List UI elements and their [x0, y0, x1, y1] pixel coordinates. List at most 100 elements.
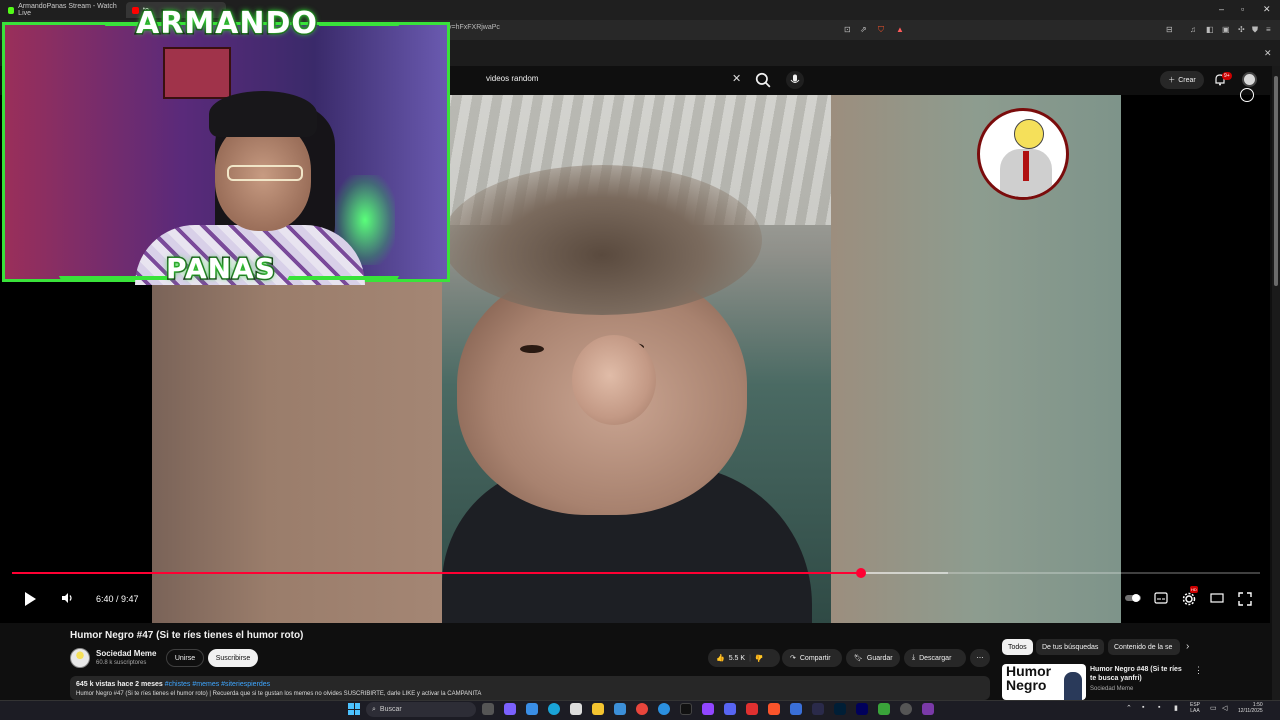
- obs-icon[interactable]: [900, 703, 912, 715]
- volume-icon[interactable]: [60, 591, 74, 605]
- more-actions-button[interactable]: ⋯: [970, 649, 990, 667]
- volume-tray-icon[interactable]: ◁: [1222, 704, 1227, 712]
- channel-avatar[interactable]: [70, 648, 90, 668]
- save-button[interactable]: 🔖︎ Guardar: [846, 649, 900, 667]
- after-effects-icon[interactable]: [856, 703, 868, 715]
- recommendation-title[interactable]: Humor Negro #48 (Si te ríes te busca yan…: [1090, 665, 1186, 683]
- brave-icon[interactable]: [768, 703, 780, 715]
- app-icon[interactable]: [570, 703, 582, 715]
- extensions-icon[interactable]: ✣: [1238, 25, 1245, 34]
- recommendation-channel[interactable]: Sociedad Meme: [1090, 686, 1133, 692]
- wallet-icon[interactable]: ▣: [1222, 25, 1230, 34]
- search-icon: ⌕: [372, 705, 376, 713]
- search-icon[interactable]: [755, 72, 771, 88]
- twitch-icon[interactable]: [702, 703, 714, 715]
- app-icon[interactable]: [922, 703, 934, 715]
- fullscreen-icon[interactable]: [1238, 592, 1252, 606]
- subtitles-icon[interactable]: [1154, 592, 1168, 604]
- share-icon[interactable]: ⇗: [860, 25, 867, 34]
- mail-icon[interactable]: [526, 703, 538, 715]
- tray-app-icon[interactable]: ▪: [1158, 704, 1160, 711]
- close-panel-icon[interactable]: ✕: [1264, 48, 1272, 59]
- discord-icon[interactable]: [724, 703, 736, 715]
- streamer-webcam: [2, 22, 450, 285]
- hashtags[interactable]: #chistes #memes #siteriespierdes: [165, 681, 270, 688]
- mic-icon[interactable]: [784, 71, 806, 89]
- network-icon[interactable]: ▭: [1210, 704, 1217, 712]
- settings-gear-icon[interactable]: [1182, 592, 1196, 606]
- chip-all[interactable]: Todos: [1002, 639, 1033, 655]
- steam-icon[interactable]: [658, 703, 670, 715]
- autoplay-toggle-icon[interactable]: [1124, 592, 1142, 604]
- chrome-icon[interactable]: [636, 703, 648, 715]
- close-window-button[interactable]: ✕: [1263, 4, 1271, 15]
- overlay-accent-bar: [286, 276, 400, 280]
- download-label: Descargar: [919, 654, 952, 662]
- minimize-button[interactable]: –: [1219, 4, 1224, 14]
- taskbar-search-label: Buscar: [379, 706, 402, 713]
- recommendation-thumbnail[interactable]: Humor Negro: [1002, 664, 1086, 700]
- thumbs-down-icon[interactable]: 👍: [755, 654, 764, 662]
- tray-mic-icon[interactable]: ▮: [1174, 704, 1178, 712]
- edge-icon[interactable]: [548, 703, 560, 715]
- tray-chevron-icon[interactable]: ⌃: [1126, 704, 1132, 712]
- media-icon[interactable]: ♫: [1190, 25, 1196, 34]
- description-stats: 645 k vistas hace 2 meses #chistes #meme…: [76, 681, 270, 688]
- tray-app-icon[interactable]: ▪: [1142, 704, 1144, 711]
- video-person-nose: [572, 335, 656, 425]
- copilot-icon[interactable]: [504, 703, 516, 715]
- store-icon[interactable]: [614, 703, 626, 715]
- like-dislike-button[interactable]: 👍 5.5 K | 👍: [708, 649, 780, 667]
- subscribe-button[interactable]: Suscribirse: [208, 649, 258, 667]
- thumbs-up-icon[interactable]: 👍: [716, 654, 725, 662]
- hd-badge: HD: [1190, 586, 1198, 593]
- language-layout: LAA: [1190, 708, 1200, 714]
- bookmark-icon: 🔖︎: [854, 655, 863, 662]
- task-view-icon[interactable]: [482, 703, 494, 715]
- language-indicator[interactable]: ESP LAA: [1190, 702, 1200, 714]
- description-box[interactable]: 645 k vistas hace 2 meses #chistes #meme…: [70, 676, 990, 700]
- kick-icon: [8, 6, 15, 14]
- play-icon[interactable]: [22, 590, 38, 608]
- share-button[interactable]: ↷ Compartir: [782, 649, 842, 667]
- notification-badge: 9+: [1222, 72, 1232, 80]
- join-button[interactable]: Unirse: [166, 649, 204, 667]
- chip-related[interactable]: Contenido de la se: [1108, 639, 1180, 655]
- app-icon[interactable]: [812, 703, 824, 715]
- sidebar-icon[interactable]: ◧: [1206, 25, 1214, 34]
- url-field[interactable]: v=hFxFXRjwaPc: [448, 24, 500, 31]
- app-icon[interactable]: [790, 703, 802, 715]
- brave-rewards-icon[interactable]: ▲: [896, 25, 904, 34]
- more-vert-icon[interactable]: ⋮: [1194, 665, 1203, 676]
- channel-name[interactable]: Sociedad Meme: [96, 649, 156, 658]
- create-button[interactable]: ＋ Crear: [1160, 71, 1204, 89]
- theater-mode-icon[interactable]: [1210, 592, 1224, 604]
- brave-shield-icon[interactable]: ⛉: [878, 25, 884, 35]
- maximize-button[interactable]: ▫: [1241, 4, 1244, 14]
- taskbar-search[interactable]: ⌕ Buscar: [366, 702, 476, 717]
- chip-from-searches[interactable]: De tus búsquedas: [1036, 639, 1105, 655]
- install-icon[interactable]: ⊡: [844, 25, 851, 34]
- chevron-right-icon[interactable]: ›: [1186, 641, 1189, 652]
- winrar-icon[interactable]: [746, 703, 758, 715]
- streamer-name-bottom: PANAS: [165, 251, 277, 287]
- search-input[interactable]: videos random ✕: [476, 70, 776, 90]
- tiktok-icon[interactable]: [680, 703, 692, 715]
- info-icon[interactable]: [1240, 88, 1254, 102]
- progress-scrubber[interactable]: [855, 568, 866, 578]
- scrollbar-thumb[interactable]: [1274, 76, 1278, 286]
- vpn-icon[interactable]: ⛊: [1252, 25, 1258, 35]
- overlay-accent-bar: [316, 22, 400, 26]
- clear-search-icon[interactable]: ✕: [732, 72, 741, 85]
- reader-icon[interactable]: ⊟: [1166, 25, 1173, 34]
- create-label: Crear: [1178, 76, 1196, 84]
- download-button[interactable]: ⤓ Descargar: [904, 649, 966, 667]
- menu-icon[interactable]: ≡: [1266, 25, 1271, 34]
- system-clock[interactable]: 1:50 12/11/2025: [1238, 702, 1263, 714]
- windows-start-icon[interactable]: [348, 703, 360, 715]
- photoshop-icon[interactable]: [834, 703, 846, 715]
- file-explorer-icon[interactable]: [592, 703, 604, 715]
- account-avatar[interactable]: [1242, 72, 1257, 87]
- minecraft-icon[interactable]: [878, 703, 890, 715]
- tab-stream[interactable]: ArmandoPanas Stream - Watch Live: [2, 2, 124, 18]
